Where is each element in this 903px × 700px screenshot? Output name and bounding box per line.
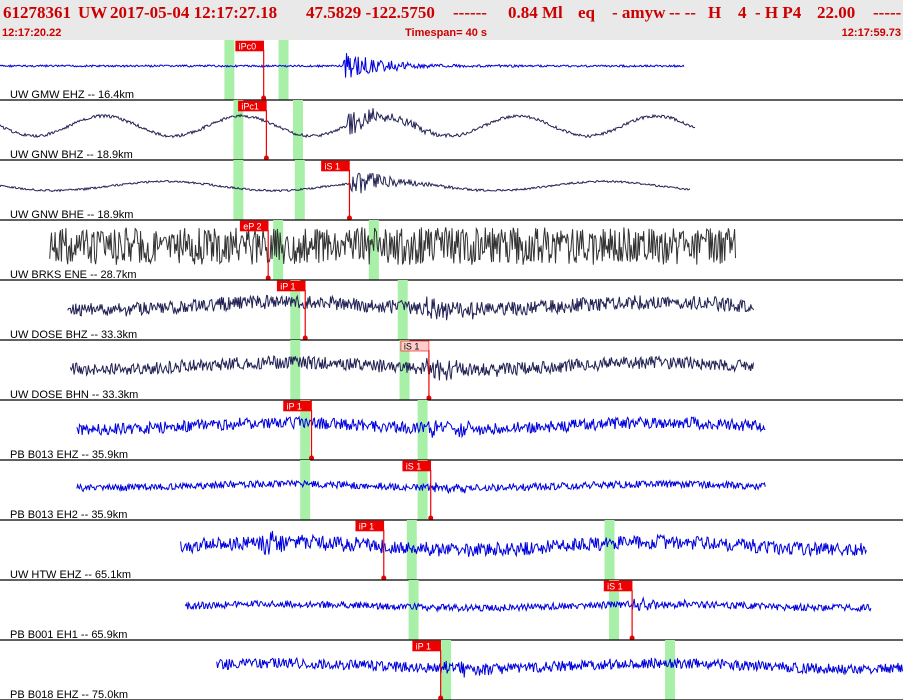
theoretical-arrival-band [397, 280, 408, 340]
origin-time: 2017-05-04 12:17:27.18 [110, 3, 278, 22]
waveform-trace[interactable] [0, 53, 685, 78]
channel-row[interactable]: iS 1 UW GNW BHE -- 18.9km [0, 160, 903, 221]
channel-label: UW HTW EHZ -- 65.1km [10, 569, 131, 581]
pick-label: iS 1 [324, 162, 340, 172]
channel-label: PB B001 EH1 -- 65.9km [10, 629, 127, 641]
event-location: 47.5829 -122.5750 [306, 3, 435, 22]
flag-4: 4 [738, 3, 747, 22]
channel-row[interactable]: iPc0 UW GMW EHZ -- 16.4km [0, 40, 903, 101]
channel-row[interactable]: iS 1 PB B001 EH1 -- 65.9km [0, 580, 903, 641]
event-author: - amyw [612, 3, 666, 22]
event-network: UW [78, 3, 108, 22]
header-tail: ----- [873, 3, 902, 22]
seismogram-panel[interactable]: iPc0 UW GMW EHZ -- 16.4km iPc1 UW GNW BHZ -… [0, 40, 903, 700]
waveform-trace[interactable] [69, 354, 754, 381]
theoretical-arrival-band [224, 40, 235, 100]
channel-row[interactable]: iP 1 PB B018 EHZ -- 75.0km [0, 640, 903, 700]
channel-row[interactable]: iS 1 UW DOSE BHN -- 33.3km [0, 340, 903, 401]
pick-label: iP 1 [287, 402, 302, 412]
waveform-trace[interactable] [216, 656, 903, 678]
pick-label: iPc1 [241, 102, 259, 112]
theoretical-arrival-band [604, 520, 615, 580]
channel-label: UW GNW BHZ -- 18.9km [10, 149, 133, 161]
channel-row[interactable]: iP 1 UW DOSE BHZ -- 33.3km [0, 280, 903, 341]
channel-row[interactable]: eP 2 UW BRKS ENE -- 28.7km [0, 220, 903, 281]
flag-hp: - H P4 [755, 3, 802, 22]
waveform-trace[interactable] [49, 226, 736, 265]
channel-row[interactable]: iS 1 PB B013 EH2 -- 35.9km [0, 460, 903, 521]
pick-label: iP 1 [416, 642, 431, 652]
theoretical-arrival-band [300, 460, 311, 520]
event-flags: -- -- [669, 3, 696, 22]
pick-label: eP 2 [243, 222, 261, 232]
waveform-trace[interactable] [180, 530, 867, 558]
time-bar: 12:17:20.22 Timespan= 40 s 12:17:59.73 [0, 26, 903, 40]
theoretical-arrival-band [292, 100, 303, 160]
event-value: 22.00 [817, 3, 856, 22]
event-depth: ------ [453, 3, 487, 22]
pick-label: iS 1 [404, 342, 420, 352]
event-id: 61278361 [3, 3, 71, 22]
theoretical-arrival-band [278, 40, 289, 100]
pick-label: iS 1 [607, 582, 623, 592]
end-time: 12:17:59.73 [841, 27, 901, 39]
channel-label: UW GMW EHZ -- 16.4km [10, 89, 134, 101]
channel-label: PB B013 EH2 -- 35.9km [10, 509, 127, 521]
waveform-trace[interactable] [184, 596, 872, 613]
channel-label: PB B018 EHZ -- 75.0km [10, 689, 128, 700]
theoretical-arrival-band [408, 580, 419, 640]
channel-label: UW DOSE BHN -- 33.3km [10, 389, 138, 401]
theoretical-arrival-band [290, 340, 301, 400]
waveform-trace[interactable] [67, 294, 754, 321]
pick-label: iS 1 [406, 462, 422, 472]
channel-row[interactable]: iP 1 UW HTW EHZ -- 65.1km [0, 520, 903, 581]
channel-row[interactable]: iPc1 UW GNW BHZ -- 18.9km [0, 100, 903, 161]
flag-h: H [708, 3, 722, 22]
start-time: 12:17:20.22 [2, 27, 62, 39]
timespan-label: Timespan= 40 s [405, 27, 488, 39]
theoretical-arrival-band [665, 640, 676, 700]
channel-label: UW DOSE BHZ -- 33.3km [10, 329, 137, 341]
event-magnitude: 0.84 Ml [508, 3, 563, 22]
pick-label: iPc0 [239, 42, 257, 52]
waveform-trace[interactable] [0, 172, 691, 194]
channel-label: UW BRKS ENE -- 28.7km [10, 269, 137, 281]
channel-label: PB B013 EHZ -- 35.9km [10, 449, 128, 461]
channel-row[interactable]: iP 1 PB B013 EHZ -- 35.9km [0, 400, 903, 461]
channel-label: UW GNW BHE -- 18.9km [10, 209, 133, 221]
waveform-trace[interactable] [0, 108, 696, 139]
pick-label: iP 1 [359, 522, 374, 532]
event-type: eq [578, 3, 595, 22]
pick-label: iP 1 [280, 282, 295, 292]
theoretical-arrival-band [441, 640, 452, 700]
event-summary-header: 61278361 UW 2017-05-04 12:17:27.18 47.58… [0, 0, 903, 26]
